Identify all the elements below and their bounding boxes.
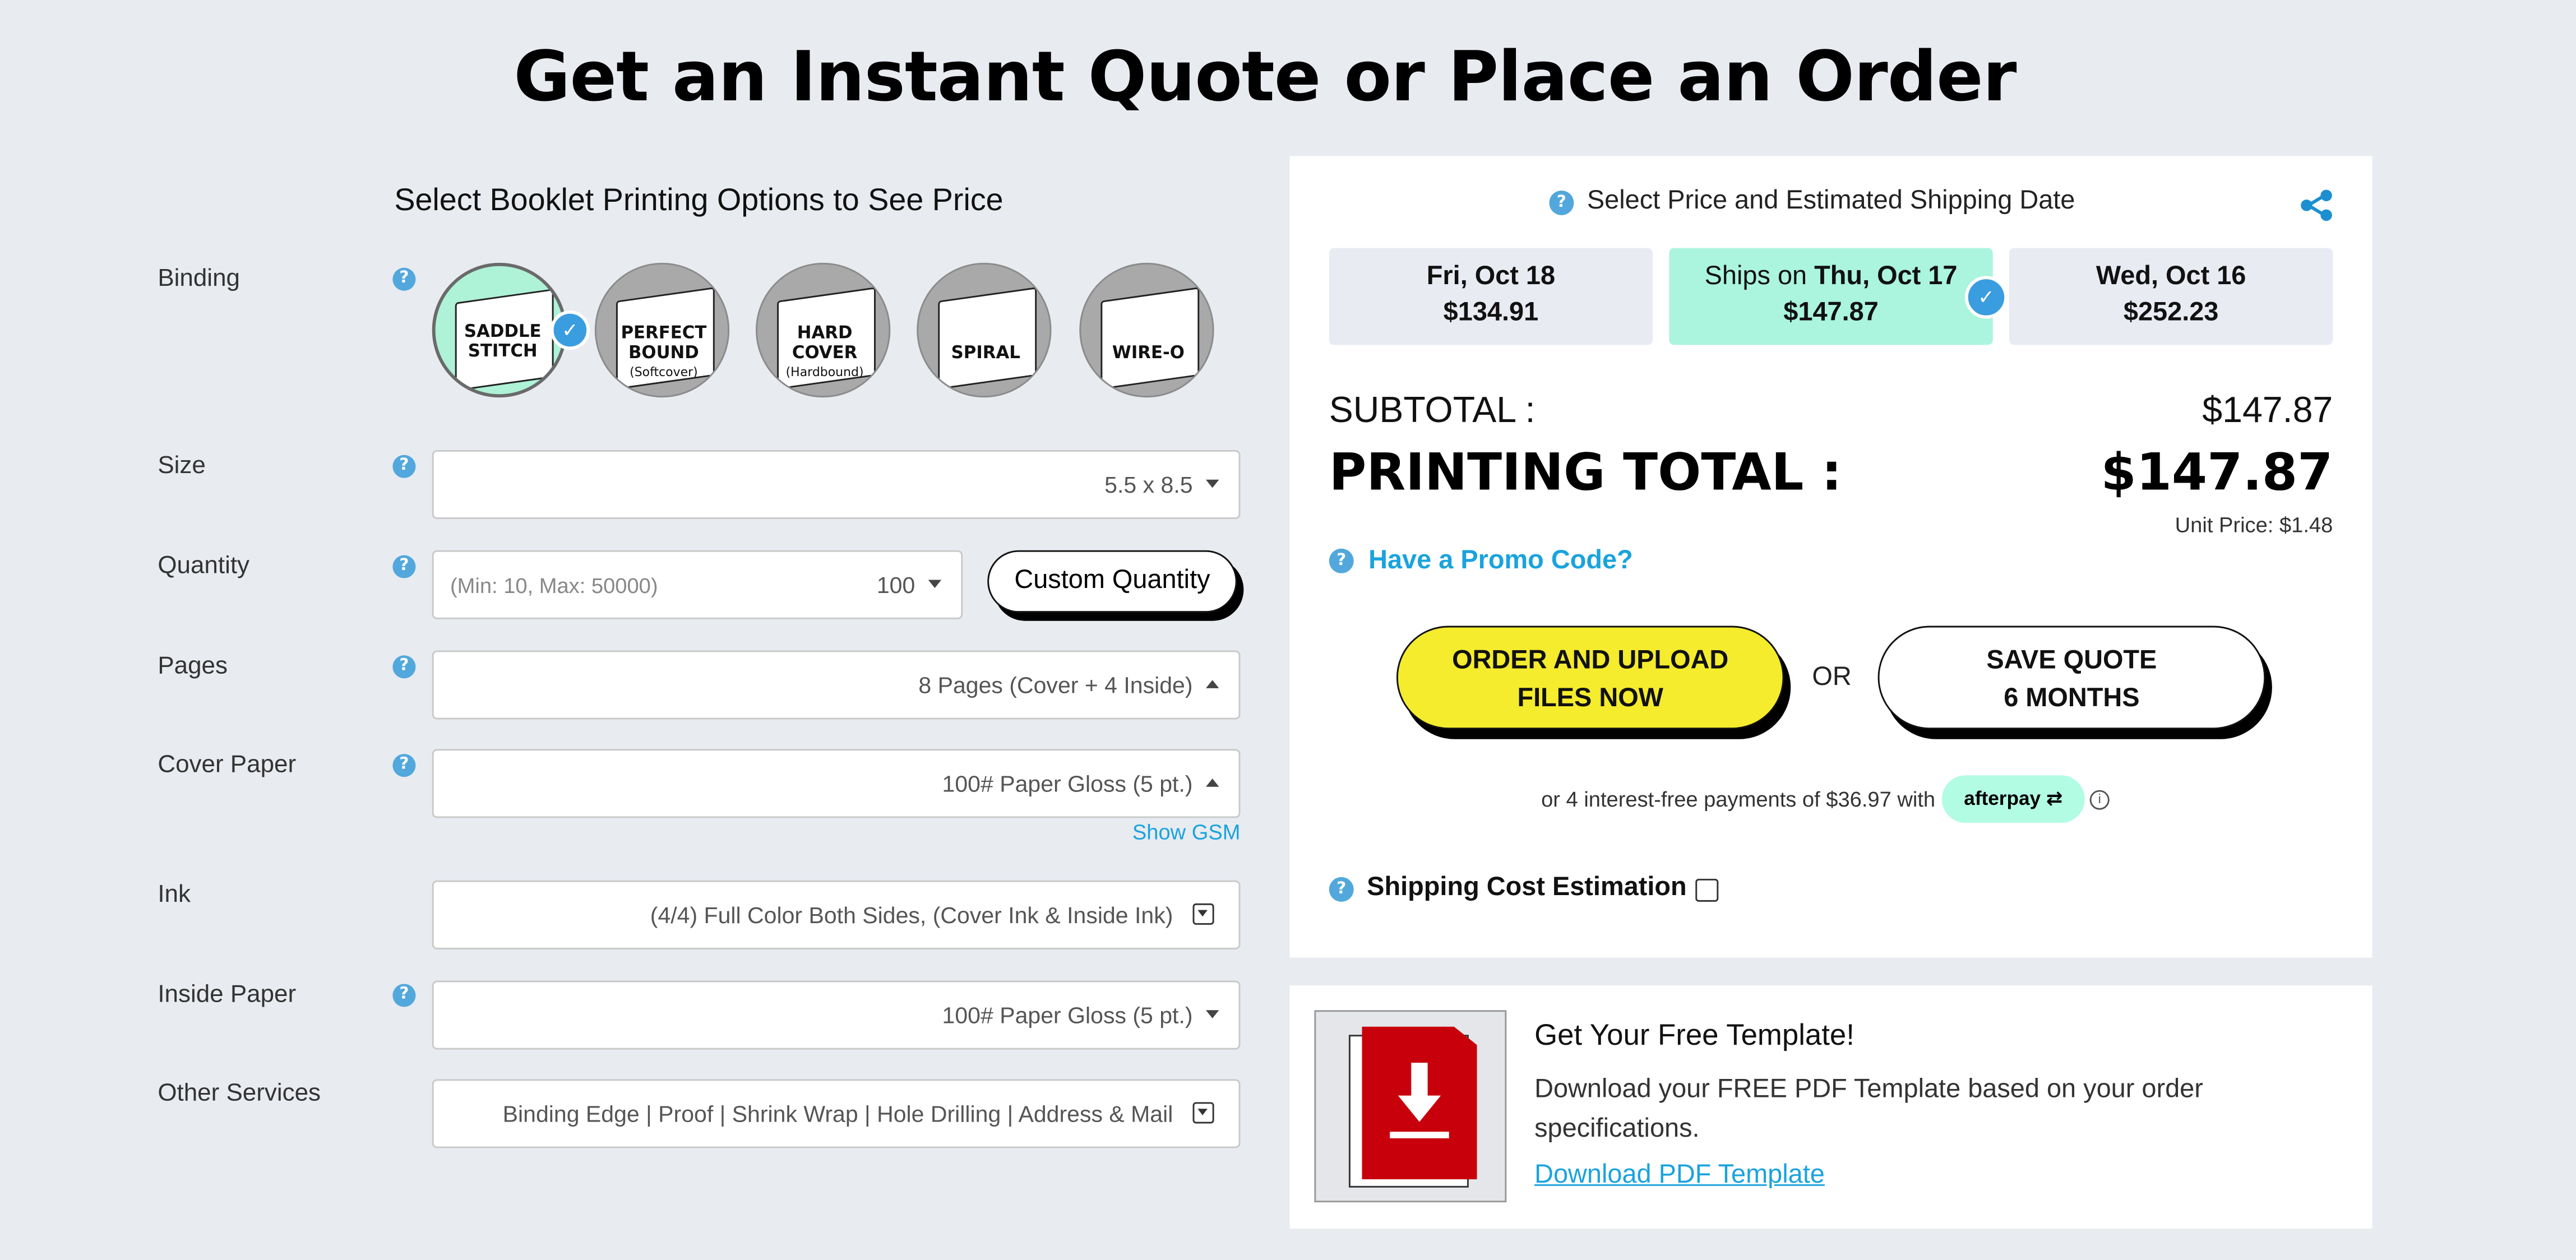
size-help-icon[interactable]: ?	[392, 455, 416, 478]
pricing-help-icon[interactable]: ?	[1549, 190, 1574, 215]
cover-paper-select[interactable]: 100# Paper Gloss (5 pt.)	[432, 749, 1241, 818]
installments-text: or 4 interest-free payments of $36.97 wi…	[1541, 786, 1936, 812]
booklet-spiral-icon	[938, 287, 1037, 390]
caret-up-icon	[1205, 680, 1219, 688]
date-option-wed-oct-16[interactable]: Wed, Oct 16 $252.23	[2009, 248, 2333, 345]
custom-quantity-button[interactable]: Custom Quantity	[987, 550, 1237, 613]
quantity-label: Quantity	[158, 552, 250, 580]
caret-down-icon	[928, 580, 942, 589]
save-quote-button[interactable]: SAVE QUOTE 6 MONTHS	[1877, 626, 2266, 730]
caret-up-icon	[1205, 779, 1219, 787]
cover-paper-help-icon[interactable]: ?	[392, 754, 416, 777]
expand-box-icon[interactable]	[1695, 878, 1719, 902]
order-upload-button[interactable]: ORDER AND UPLOAD FILES NOW	[1396, 626, 1784, 730]
shipping-cost-estimation[interactable]: Shipping Cost Estimation	[1367, 874, 1686, 904]
or-separator: OR	[1812, 663, 1852, 692]
info-icon[interactable]: i	[2089, 790, 2110, 810]
selected-check-icon: ✓	[550, 310, 590, 350]
options-section-title: Select Booklet Printing Options to See P…	[394, 184, 1003, 219]
quantity-select[interactable]: (Min: 10, Max: 50000) 100	[432, 550, 963, 619]
afterpay-badge[interactable]: afterpay ⇄	[1941, 775, 2085, 823]
date-option-thu-oct-17[interactable]: Ships on Thu, Oct 17 $147.87	[1669, 248, 1993, 345]
quote-page: Get an Instant Quote or Place an Order S…	[0, 0, 2576, 1260]
dropdown-box-icon	[1192, 903, 1214, 925]
template-title: Get Your Free Template!	[1534, 1018, 1854, 1051]
dropdown-box-icon	[1192, 1102, 1214, 1124]
caret-down-icon	[1205, 1010, 1219, 1018]
binding-label: Binding	[158, 264, 240, 293]
cover-paper-label: Cover Paper	[158, 751, 297, 779]
date-option-fri-oct-18[interactable]: Fri, Oct 18 $134.91	[1329, 248, 1653, 345]
printing-total-label: PRINTING TOTAL :	[1329, 443, 1842, 503]
size-select[interactable]: 5.5 x 8.5	[432, 450, 1241, 520]
subtotal-label: SUBTOTAL :	[1329, 389, 1536, 430]
share-icon[interactable]	[2298, 187, 2334, 223]
download-pdf-template-link[interactable]: Download PDF Template	[1534, 1161, 1825, 1191]
caret-down-icon	[1205, 479, 1219, 488]
binding-option-spiral[interactable]: SPIRAL	[917, 262, 1052, 398]
inside-paper-label: Inside Paper	[158, 980, 297, 1009]
subtotal-value: $147.87	[2202, 389, 2333, 430]
quantity-help-icon[interactable]: ?	[392, 555, 416, 578]
binding-option-saddle-stitch[interactable]: SADDLE STITCH	[432, 262, 567, 398]
binding-option-hard-cover[interactable]: HARD COVER (Hardbound)	[756, 262, 891, 398]
binding-help-icon[interactable]: ?	[392, 267, 416, 291]
selected-check-icon: ✓	[1964, 276, 2008, 319]
size-label: Size	[158, 451, 206, 480]
shipping-help-icon[interactable]: ?	[1329, 877, 1354, 902]
pdf-template-thumbnail	[1314, 1010, 1507, 1203]
printing-total-value: $147.87	[2101, 443, 2333, 503]
ink-select[interactable]: (4/4) Full Color Both Sides, (Cover Ink …	[432, 880, 1241, 949]
binding-option-wire-o[interactable]: WIRE-O	[1079, 262, 1214, 398]
binding-option-perfect-bound[interactable]: PERFECT BOUND (Softcover)	[594, 262, 730, 398]
inside-paper-select[interactable]: 100# Paper Gloss (5 pt.)	[432, 980, 1241, 1050]
promo-code-link[interactable]: Have a Promo Code?	[1368, 547, 1633, 577]
inside-paper-help-icon[interactable]: ?	[392, 984, 416, 1007]
pdf-download-icon	[1362, 1026, 1477, 1180]
show-gsm-link[interactable]: Show GSM	[1084, 819, 1241, 844]
pages-help-icon[interactable]: ?	[392, 655, 416, 679]
template-description: Download your FREE PDF Template based on…	[1534, 1076, 2203, 1143]
other-services-label: Other Services	[158, 1079, 321, 1108]
promo-help-icon: ?	[1329, 548, 1354, 573]
unit-price: Unit Price: $1.48	[2175, 512, 2333, 538]
pricing-header: Select Price and Estimated Shipping Date	[1587, 187, 2075, 215]
ink-label: Ink	[158, 880, 191, 909]
pages-select[interactable]: 8 Pages (Cover + 4 Inside)	[432, 650, 1241, 720]
page-title: Get an Instant Quote or Place an Order	[514, 36, 2017, 117]
other-services-select[interactable]: Binding Edge | Proof | Shrink Wrap | Hol…	[432, 1079, 1241, 1148]
booklet-wire-icon	[1100, 287, 1200, 390]
pages-label: Pages	[158, 652, 228, 680]
